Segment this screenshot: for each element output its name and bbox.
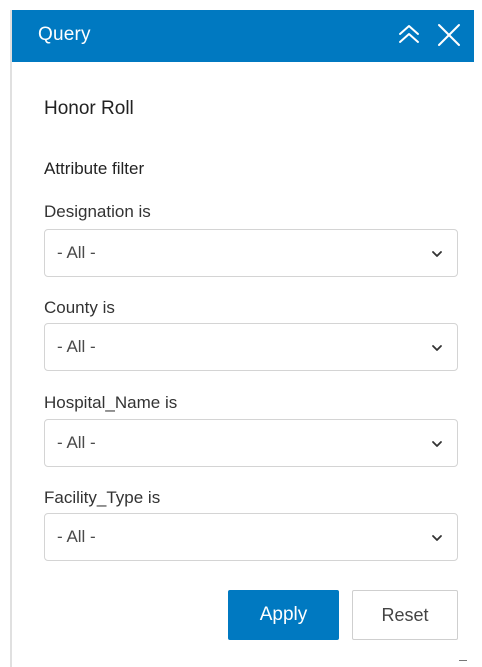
collapse-button[interactable] — [396, 22, 422, 48]
panel-title: Query — [38, 24, 91, 45]
chevron-down-icon — [432, 345, 442, 351]
hospital-name-label: Hospital_Name is — [44, 393, 178, 412]
facility-type-label: Facility_Type is — [44, 488, 161, 507]
query-panel: Query Honor Roll Attribute filter Design… — [10, 10, 474, 667]
panel-header: Query — [12, 10, 474, 62]
facility-type-select-value: - All - — [57, 527, 96, 546]
resize-handle[interactable] — [459, 660, 467, 661]
attribute-filter-label: Attribute filter — [44, 159, 145, 178]
designation-select[interactable]: - All - — [44, 229, 458, 277]
chevron-down-icon — [432, 441, 442, 447]
close-icon — [438, 24, 460, 46]
county-select-value: - All - — [57, 337, 96, 356]
close-button[interactable] — [436, 22, 462, 48]
designation-select-value: - All - — [57, 243, 96, 262]
county-label: County is — [44, 298, 115, 317]
apply-button[interactable]: Apply — [228, 590, 339, 640]
reset-button[interactable]: Reset — [352, 590, 458, 640]
hospital-name-select-value: - All - — [57, 433, 96, 452]
hospital-name-select[interactable]: - All - — [44, 419, 458, 467]
facility-type-select[interactable]: - All - — [44, 513, 458, 561]
chevron-down-icon — [432, 535, 442, 541]
chevron-down-icon — [432, 251, 442, 257]
query-title: Honor Roll — [44, 98, 134, 119]
double-chevron-up-icon — [399, 25, 419, 43]
designation-label: Designation is — [44, 202, 151, 221]
county-select[interactable]: - All - — [44, 323, 458, 371]
